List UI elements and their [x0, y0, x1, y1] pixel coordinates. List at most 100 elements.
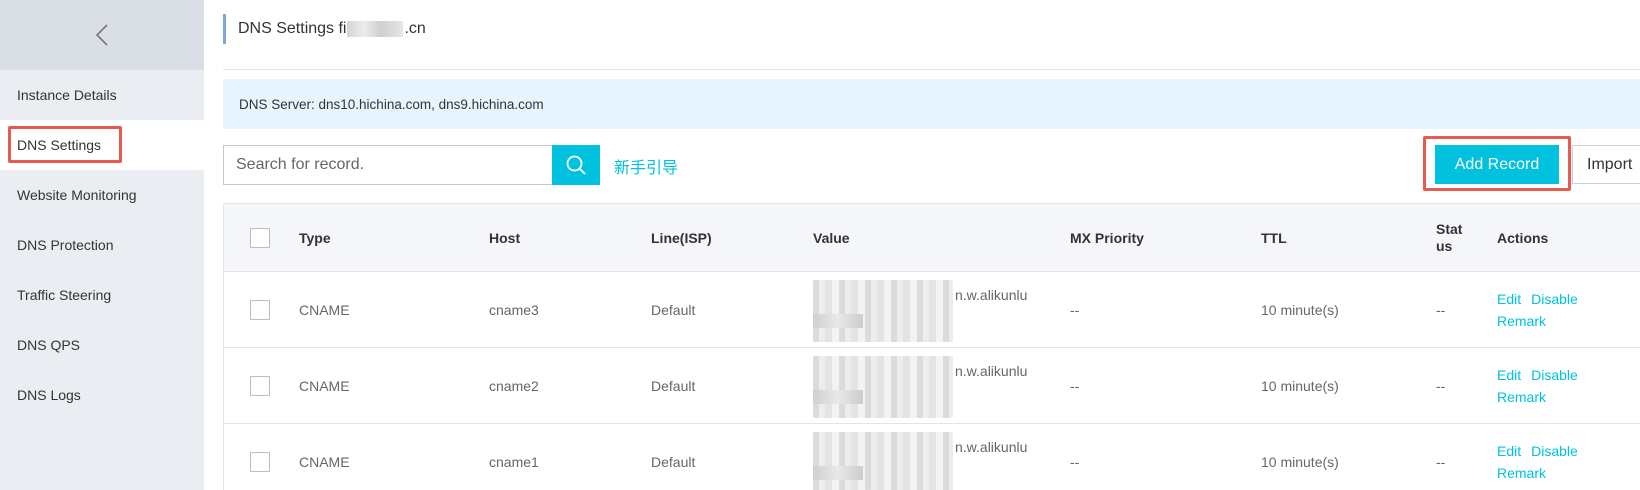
cell-mx-priority: --	[1070, 377, 1080, 394]
edit-link[interactable]: Edit	[1497, 291, 1521, 307]
dns-server-info: DNS Server: dns10.hichina.com, dns9.hich…	[223, 79, 1640, 129]
header-mx-priority: MX Priority	[1070, 229, 1144, 246]
redacted-mask	[813, 355, 953, 418]
redacted-mask	[813, 313, 863, 328]
row-select-cell	[250, 424, 270, 490]
sidebar-item-label: Website Monitoring	[17, 187, 137, 203]
row-checkbox[interactable]	[250, 375, 270, 396]
sidebar-item-label: DNS Protection	[17, 237, 114, 253]
cell-line: Default	[651, 377, 696, 394]
actions-group: Edit Disable Remark	[1497, 291, 1588, 329]
import-label: Import	[1587, 155, 1633, 173]
header-actions: Actions	[1497, 229, 1549, 246]
value-visible-text: n.w.alikunlu	[955, 438, 1028, 455]
header-ttl: TTL	[1261, 229, 1287, 246]
value-wrap: n.w.alikunlu	[813, 355, 1043, 418]
search-icon	[566, 155, 586, 175]
table-header: Type Host Line(ISP) Value MX Priority TT…	[223, 203, 1640, 272]
sidebar-item-label: DNS QPS	[17, 337, 81, 353]
cell-actions: Edit Disable Remark	[1497, 348, 1588, 423]
cell-ttl: 10 minute(s)	[1261, 301, 1339, 318]
cell-mx-priority: --	[1070, 453, 1080, 470]
disable-link[interactable]: Disable	[1531, 443, 1578, 459]
value-wrap: n.w.alikunlu	[813, 431, 1043, 490]
redacted-mask	[813, 389, 863, 404]
cell-host: cname1	[489, 453, 539, 470]
sidebar-collapse-button[interactable]	[0, 0, 204, 70]
actions-line: Edit Disable	[1497, 367, 1588, 383]
search-field[interactable]	[223, 145, 553, 185]
header-line: Line(ISP)	[651, 229, 712, 246]
remark-link[interactable]: Remark	[1497, 313, 1588, 329]
actions-group: Edit Disable Remark	[1497, 443, 1588, 481]
cell-value: n.w.alikunlu	[813, 424, 1043, 490]
cell-status: --	[1436, 453, 1446, 470]
cell-type: CNAME	[299, 453, 350, 470]
sidebar-item-instance-details[interactable]: Instance Details	[0, 70, 204, 120]
add-record-label: Add Record	[1454, 155, 1540, 173]
cell-host: cname2	[489, 377, 539, 394]
main-content: DNS Settings fi .cn DNS Server: dns10.hi…	[204, 0, 1640, 490]
cell-ttl: 10 minute(s)	[1261, 453, 1339, 470]
sidebar-item-dns-qps[interactable]: DNS QPS	[0, 320, 204, 370]
redacted-mask	[813, 465, 863, 480]
cell-status: --	[1436, 301, 1446, 318]
cell-actions: Edit Disable Remark	[1497, 424, 1588, 490]
remark-link[interactable]: Remark	[1497, 465, 1588, 481]
disable-link[interactable]: Disable	[1531, 367, 1578, 383]
edit-link[interactable]: Edit	[1497, 443, 1521, 459]
value-visible-text: n.w.alikunlu	[955, 362, 1028, 379]
dns-server-text: DNS Server: dns10.hichina.com, dns9.hich…	[239, 96, 544, 112]
sidebar-item-label: Instance Details	[17, 87, 117, 103]
sidebar-item-label: Traffic Steering	[17, 287, 112, 303]
add-record-button[interactable]: Add Record	[1435, 145, 1559, 184]
cell-line: Default	[651, 301, 696, 318]
remark-link[interactable]: Remark	[1497, 389, 1588, 405]
beginner-guide-link[interactable]: 新手引导	[614, 154, 678, 178]
cell-type: CNAME	[299, 377, 350, 394]
redacted-mask	[347, 21, 404, 37]
sidebar-item-dns-settings[interactable]: DNS Settings	[0, 120, 204, 170]
row-checkbox[interactable]	[250, 299, 270, 320]
row-select-cell	[250, 348, 270, 423]
sidebar-item-dns-protection[interactable]: DNS Protection	[0, 220, 204, 270]
cell-ttl: 10 minute(s)	[1261, 377, 1339, 394]
select-all-checkbox[interactable]	[250, 227, 270, 248]
row-checkbox[interactable]	[250, 451, 270, 472]
value-wrap: n.w.alikunlu	[813, 279, 1043, 342]
page-title-prefix: DNS Settings fi	[238, 20, 347, 37]
page-title-suffix: .cn	[404, 20, 426, 37]
header-value: Value	[813, 229, 850, 246]
select-all-cell	[250, 204, 270, 271]
sidebar: Instance Details DNS Settings Website Mo…	[0, 0, 204, 490]
edit-link[interactable]: Edit	[1497, 367, 1521, 383]
sidebar-item-traffic-steering[interactable]: Traffic Steering	[0, 270, 204, 320]
cell-actions: Edit Disable Remark	[1497, 272, 1588, 347]
disable-link[interactable]: Disable	[1531, 291, 1578, 307]
chevron-left-icon	[95, 24, 108, 46]
divider	[223, 69, 1640, 70]
cell-value: n.w.alikunlu	[813, 272, 1043, 347]
dns-records-table: Type Host Line(ISP) Value MX Priority TT…	[223, 203, 1640, 490]
row-select-cell	[250, 272, 270, 347]
value-visible-text: n.w.alikunlu	[955, 286, 1028, 303]
actions-group: Edit Disable Remark	[1497, 367, 1588, 405]
cell-host: cname3	[489, 301, 539, 318]
cell-line: Default	[651, 453, 696, 470]
sidebar-item-website-monitoring[interactable]: Website Monitoring	[0, 170, 204, 220]
search-button[interactable]	[552, 145, 600, 185]
cell-status: --	[1436, 377, 1446, 394]
sidebar-item-dns-logs[interactable]: DNS Logs	[0, 370, 204, 420]
cell-mx-priority: --	[1070, 301, 1080, 318]
cell-value: n.w.alikunlu	[813, 348, 1043, 423]
import-button[interactable]: Import	[1572, 145, 1640, 184]
highlight-box	[8, 126, 122, 163]
header-type: Type	[299, 229, 331, 246]
page-title: DNS Settings fi .cn	[223, 14, 426, 44]
table-row: CNAME cname2 Default n.w.alikunlu -- 10 …	[223, 348, 1640, 424]
sidebar-item-label: DNS Logs	[17, 387, 81, 403]
actions-line: Edit Disable	[1497, 291, 1588, 307]
redacted-mask	[813, 431, 953, 490]
search-input[interactable]	[224, 146, 552, 184]
actions-line: Edit Disable	[1497, 443, 1588, 459]
